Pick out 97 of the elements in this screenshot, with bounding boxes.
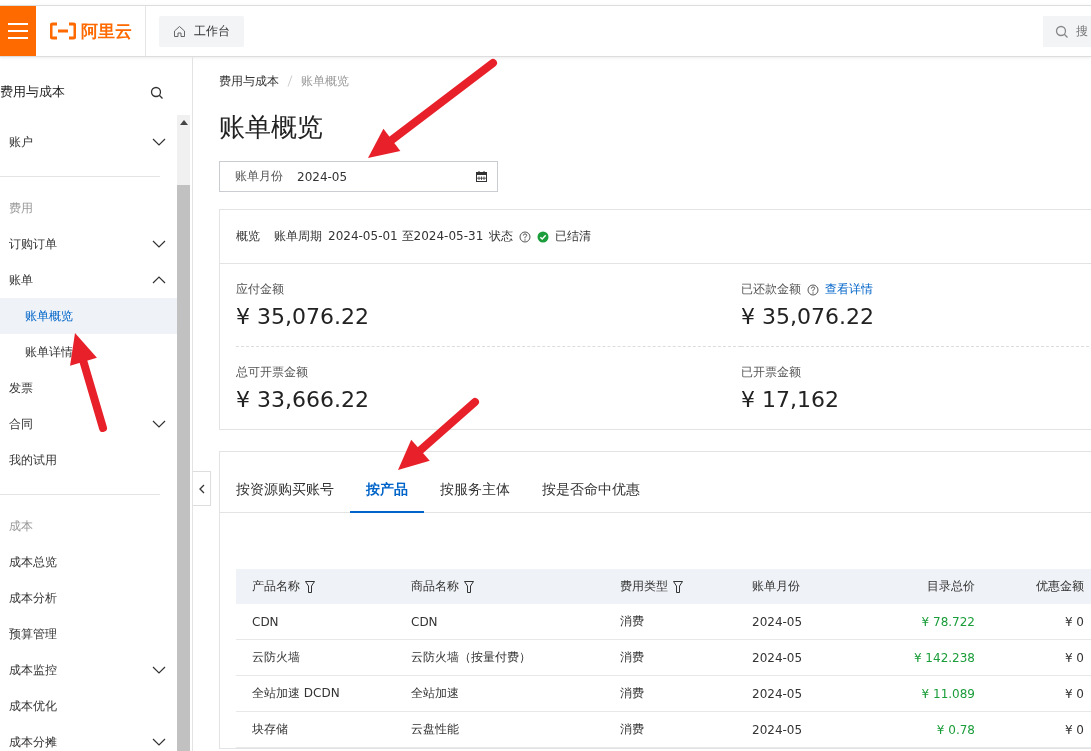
table-cell-text: 消费 (620, 721, 645, 738)
table-cell-text: ¥ 11.089 (920, 686, 975, 701)
chevron-down-icon (152, 665, 166, 675)
chevron-up-icon (152, 275, 166, 285)
column-header: 费用类型 (620, 578, 668, 595)
chevron-down-icon (152, 737, 166, 747)
table-cell-text: CDN (411, 614, 439, 629)
column-header: 目录总价 (927, 578, 975, 595)
menu-button[interactable] (0, 6, 36, 56)
stat-value: ¥ 35,076.22 (741, 304, 875, 329)
stat-label: 应付金额 (236, 281, 284, 298)
search-icon (1055, 24, 1068, 38)
column-header: 优惠金额 (1036, 578, 1084, 595)
table-cell-text: 消费 (620, 613, 645, 630)
filter-icon (673, 580, 683, 593)
period-text: 2024-05-01 至2024-05-31 (328, 228, 484, 245)
breadcrumb-separator-icon (287, 75, 293, 87)
sidebar-item[interactable]: 预算管理 (0, 616, 177, 652)
workbench-button[interactable]: 工作台 (159, 15, 244, 47)
table-cell-text: 2024-05 (752, 650, 804, 665)
filter-icon (464, 580, 474, 593)
page-title: 账单概览 (219, 111, 324, 144)
table-cell-text: 消费 (620, 649, 645, 666)
calendar-icon (476, 171, 487, 182)
month-picker-label: 账单月份 (235, 168, 283, 185)
period-label: 账单周期 (274, 228, 322, 245)
sidebar-item[interactable]: 订购订单 (0, 226, 177, 262)
chevron-down-icon (152, 137, 166, 147)
table-cell-text: 2024-05 (752, 686, 804, 701)
table-cell-text: ¥ 0 (1063, 650, 1084, 665)
group-label: 成本 (8, 518, 34, 535)
card-title: 概览 (236, 228, 260, 245)
tab[interactable]: 按服务主体 (424, 469, 526, 513)
breadcrumb-current: 账单概览 (301, 72, 349, 90)
help-icon (519, 230, 532, 243)
status-label: 状态 (489, 228, 514, 245)
stat-value: ¥ 35,076.22 (236, 304, 370, 329)
table-cell-text: 全站加速 DCDN (252, 685, 341, 702)
table-cell-text: ¥ 0 (1063, 686, 1084, 701)
sidebar-item[interactable]: 账单 (0, 262, 177, 298)
stat-value: ¥ 33,666.22 (236, 387, 370, 412)
stat-label: 已还款金额 (741, 281, 801, 298)
column-header: 账单月份 (752, 578, 800, 595)
month-picker[interactable]: 账单月份 2024-05 (219, 161, 498, 192)
help-icon (807, 283, 819, 296)
sidebar-item[interactable]: 成本分析 (0, 580, 177, 616)
sidebar-item[interactable]: 成本优化 (0, 688, 177, 724)
menu-icon (8, 23, 28, 39)
sidebar-item[interactable]: 发票 (0, 370, 177, 406)
sidebar-item[interactable]: 账户 (0, 124, 177, 160)
logo-icon (50, 22, 76, 40)
table-cell-text: 云盘性能 (411, 721, 460, 738)
tab[interactable]: 按资源购买账号 (220, 469, 350, 513)
table-cell-text: ¥ 78.722 (920, 614, 975, 629)
sidebar-item[interactable]: 账单概览 (0, 298, 177, 334)
column-header: 产品名称 (252, 578, 300, 595)
column-header: 商品名称 (411, 578, 459, 595)
month-picker-value: 2024-05 (297, 169, 349, 184)
tab[interactable]: 按产品 (350, 469, 424, 513)
table-cell-text: ¥ 0 (1063, 722, 1084, 737)
table-cell-text: 2024-05 (752, 614, 804, 629)
check-circle-icon (537, 230, 550, 243)
chevron-down-icon (152, 239, 166, 249)
breadcrumb-link[interactable]: 费用与成本 (219, 72, 279, 90)
sidebar-item[interactable]: 我的试用 (0, 442, 177, 478)
chevron-down-icon (152, 419, 166, 429)
table-cell-text: 全站加速 (411, 685, 460, 702)
search-icon (150, 85, 163, 99)
chevron-left-icon (198, 483, 205, 494)
table-cell-text: 云防火墙（按量付费） (411, 649, 532, 666)
logo-text: 阿里云 (81, 19, 132, 43)
table-cell-text: ¥ 0.78 (935, 722, 975, 737)
table-cell-text: 云防火墙 (252, 649, 301, 666)
scroll-up-arrow-icon (179, 120, 188, 125)
home-icon (173, 24, 186, 38)
table-cell-text: ¥ 0 (1063, 614, 1084, 629)
tab[interactable]: 按是否命中优惠 (526, 469, 656, 513)
table-cell-text: 块存储 (252, 721, 289, 738)
stat-label: 总可开票金额 (236, 364, 308, 381)
sidebar-item[interactable]: 成本分摊 (0, 724, 177, 751)
details-link[interactable]: 查看详情 (825, 281, 873, 298)
sidebar-item[interactable]: 成本监控 (0, 652, 177, 688)
stat-label: 已开票金额 (741, 364, 801, 381)
table-cell-text: 消费 (620, 685, 645, 702)
table-cell-text: ¥ 142.238 (912, 650, 975, 665)
search-field[interactable]: 搜 (1043, 15, 1091, 47)
table-cell-text: CDN (252, 614, 280, 629)
stat-value: ¥ 17,162 (741, 387, 840, 412)
collapse-button[interactable] (193, 471, 211, 506)
table-cell-text: 2024-05 (752, 722, 804, 737)
filter-icon (305, 580, 315, 593)
status-text: 已结清 (555, 228, 592, 245)
sidebar-item[interactable]: 成本总览 (0, 544, 177, 580)
sidebar-item[interactable]: 账单详情 (0, 334, 177, 370)
sidebar-title: 费用与成本 (0, 83, 65, 101)
sidebar-item[interactable]: 合同 (0, 406, 177, 442)
group-label: 费用 (8, 200, 34, 217)
